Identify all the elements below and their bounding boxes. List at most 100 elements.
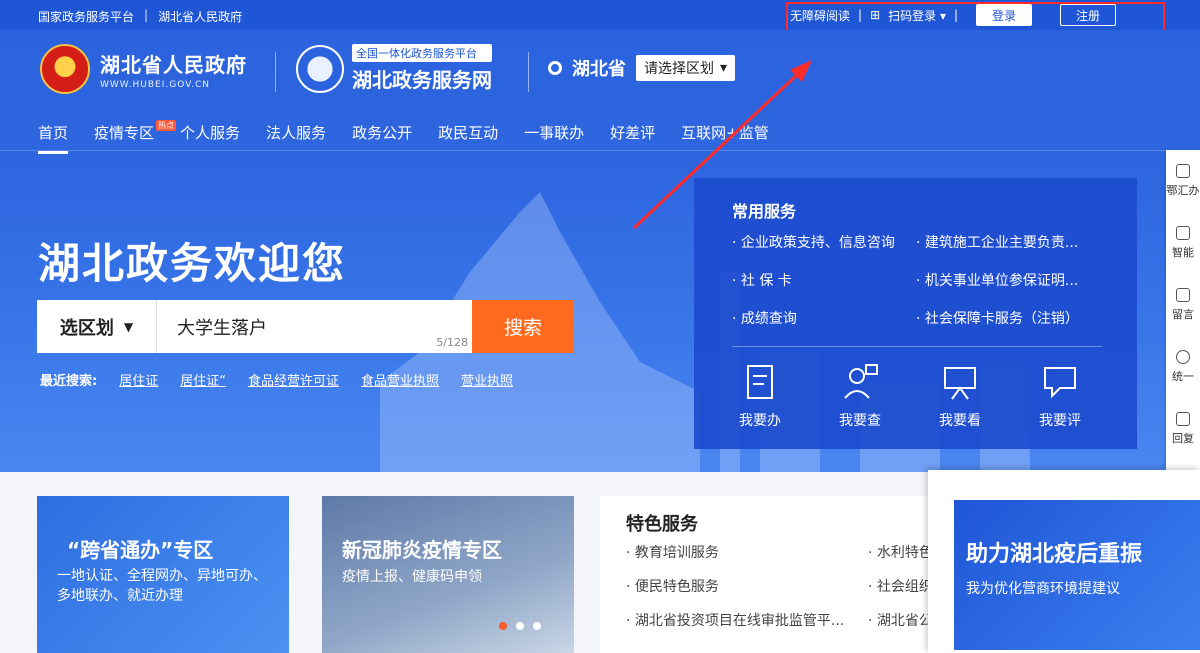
carousel-dot[interactable] [516,622,524,630]
char-counter: 5/128 [436,336,468,349]
region-select-label: 请选择区划 [644,61,714,77]
recent-item[interactable]: 居住证 [119,370,158,389]
float-item[interactable]: 统一 [1166,336,1200,398]
portal-brand[interactable]: 全国一体化政务服务平台 湖北政务服务网 [296,44,492,93]
phone-icon [1176,164,1190,178]
recent-item[interactable]: 食品经营许可证 [248,370,339,389]
welcome-heading: 湖北政务欢迎您 [38,239,347,288]
search-button[interactable]: 搜索 [472,300,574,353]
special-services: 特色服务 · 教育培训服务 · 便民特色服务 · 湖北省投资项目在线审批监管平.… [600,496,933,653]
region-dropdown[interactable]: 选区划 ▼ [37,300,157,353]
presentation-icon [944,367,976,400]
location-pin-icon [548,61,562,75]
common-services-panel: 常用服务 · 企业政策支持、信息咨询 · 建筑施工企业主要负责... · 社 保… [694,178,1137,449]
special-link[interactable]: · 社会组织 [868,576,933,596]
action-handle[interactable]: 我要办 [734,362,786,430]
service-link[interactable]: · 社 保 卡 [732,270,916,290]
divider [275,52,276,92]
service-actions: 我要办 我要查 我要看 我要评 [734,362,1086,430]
float-item[interactable]: 留言 [1166,274,1200,336]
province-label: 湖北省 [572,59,626,80]
float-item[interactable]: 鄂汇办 [1166,150,1200,212]
region-dropdown-label: 选区划 [59,317,114,339]
promo-banner[interactable]: 助力湖北疫后重振 我为优化营商环境提建议 [954,500,1200,650]
promo-title: 助力湖北疫后重振 [966,542,1143,567]
service-links: · 企业政策支持、信息咨询 · 建筑施工企业主要负责... · 社 保 卡 · … [732,232,1112,328]
portal-logo-icon [296,44,344,93]
recent-label: 最近搜索: [40,374,98,389]
nav-epidemic-label: 疫情专区 [94,124,155,142]
card-title: “跨省通办”专区 [67,538,214,562]
caret-down-icon: ▼ [123,319,134,334]
special-link[interactable]: · 水利特色 [868,542,933,562]
special-link[interactable]: · 便民特色服务 [626,576,844,596]
float-item[interactable]: 智能 [1166,212,1200,274]
float-label: 留言 [1172,308,1194,321]
action-label: 我要办 [739,413,781,429]
person-query-icon [844,364,878,399]
panel-title: 常用服务 [732,202,797,221]
handle-icon [747,365,773,399]
separator: | [144,8,149,22]
robot-icon [1176,226,1190,240]
gov-brand[interactable]: 湖北省人民政府 WWW.HUBEI.GOV.CN [40,44,247,94]
portal-name: 湖北政务服务网 [352,68,492,92]
portal-tag: 全国一体化政务服务平台 [352,44,492,62]
search-query: 大学生落户 [177,318,267,339]
carousel-dot[interactable] [499,622,507,630]
float-label: 统一 [1172,370,1194,383]
special-link[interactable]: · 湖北省投资项目在线审批监管平... [626,610,844,630]
provincial-gov-link[interactable]: 湖北省人民政府 [158,8,242,25]
recent-item[interactable]: 居住证“ [180,370,226,389]
nav-divider [0,150,1200,151]
national-platform-link[interactable]: 国家政务服务平台 [38,8,134,25]
recent-item[interactable]: 食品营业执照 [361,370,439,389]
search-bar: 选区划 ▼ 大学生落户 5/128 搜索 [37,300,574,353]
promo-popup[interactable]: 助力湖北疫后重振 我为优化营商环境提建议 [928,470,1200,653]
caret-down-icon: ▾ [720,60,728,76]
divider [528,52,529,92]
service-link[interactable]: · 企业政策支持、信息咨询 [732,232,916,252]
clock-icon [1176,350,1190,364]
action-evaluate[interactable]: 我要评 [1034,362,1086,430]
service-link[interactable]: · 机关事业单位参保证明... [916,270,1112,290]
special-link[interactable]: · 湖北省公 [868,610,933,630]
message-icon [1176,288,1190,302]
right-float-bar: 鄂汇办 智能 留言 统一 回复 [1166,150,1200,470]
carousel-dot[interactable] [533,622,541,630]
comment-icon [1044,367,1076,399]
card-title: 新冠肺炎疫情专区 [342,538,502,562]
hero-section: 湖北省人民政府 WWW.HUBEI.GOV.CN 全国一体化政务服务平台 湖北政… [0,30,1200,472]
float-label: 鄂汇办 [1166,184,1200,197]
float-label: 回复 [1172,432,1194,445]
divider [732,346,1102,347]
action-view[interactable]: 我要看 [934,362,986,430]
special-title: 特色服务 [626,514,698,535]
action-label: 我要看 [939,413,981,429]
carousel-dots [499,622,541,630]
recent-searches: 最近搜索: 居住证 居住证“ 食品经营许可证 食品营业执照 营业执照 [40,370,513,389]
special-list-left: · 教育培训服务 · 便民特色服务 · 湖北省投资项目在线审批监管平... [626,542,844,630]
location-selector: 湖北省 请选择区划 ▾ [548,55,736,81]
card-desc: 疫情上报、健康码申领 [342,569,482,585]
service-link[interactable]: · 成绩查询 [732,308,916,328]
region-select[interactable]: 请选择区划 ▾ [636,55,736,81]
gov-name: 湖北省人民政府 [100,52,247,77]
service-link[interactable]: · 社会保障卡服务（注销） [916,308,1112,328]
gov-url: WWW.HUBEI.GOV.CN [100,79,211,90]
card-desc: 一地认证、全程网办、异地可办、多地联办、就近办理 [57,568,267,604]
float-label: 智能 [1172,246,1194,259]
search-input[interactable]: 大学生落户 5/128 [157,300,472,353]
national-emblem-icon [40,44,90,94]
service-link[interactable]: · 建筑施工企业主要负责... [916,232,1112,252]
action-label: 我要评 [1039,413,1081,429]
hot-badge: 热点 [156,120,177,131]
action-check[interactable]: 我要查 [834,362,886,430]
float-item[interactable]: 回复 [1166,398,1200,460]
top-links: 国家政务服务平台 | 湖北省人民政府 [38,8,242,25]
recent-item[interactable]: 营业执照 [461,370,513,389]
cross-province-card[interactable]: “跨省通办”专区 一地认证、全程网办、异地可办、多地联办、就近办理 [37,496,289,653]
special-link[interactable]: · 教育培训服务 [626,542,844,562]
reply-icon [1176,412,1190,426]
epidemic-card[interactable]: 新冠肺炎疫情专区 疫情上报、健康码申领 [322,496,574,653]
